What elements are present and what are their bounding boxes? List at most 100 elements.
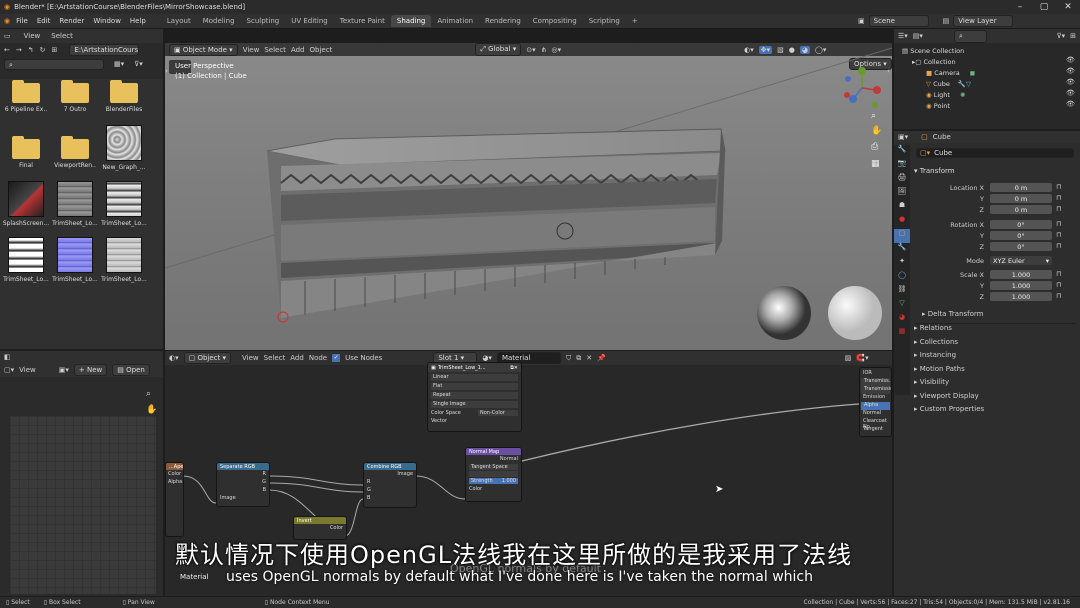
- new-folder-icon[interactable]: ⊞: [52, 46, 58, 54]
- view-layer-tab-icon[interactable]: 🖼: [894, 187, 910, 201]
- physics-tab-icon[interactable]: ◯: [894, 271, 910, 285]
- fb-select-menu[interactable]: Select: [51, 32, 73, 40]
- interpolation-dropdown[interactable]: Linear: [431, 374, 518, 381]
- location-y-field[interactable]: 0 m: [990, 194, 1052, 203]
- parent-dir-icon[interactable]: ↰: [28, 46, 34, 54]
- ie-view-menu[interactable]: View: [19, 366, 36, 374]
- instancing-section[interactable]: ▸ Instancing: [914, 351, 956, 359]
- collections-section[interactable]: ▸ Collections: [914, 338, 958, 346]
- refresh-icon[interactable]: ↻: [40, 46, 46, 54]
- separate-rgb-node[interactable]: Separate RGB R G B Image: [216, 462, 270, 507]
- properties-type-icon[interactable]: ▣▾: [898, 133, 908, 141]
- tab-compositing[interactable]: Compositing: [527, 15, 583, 27]
- add-workspace-icon[interactable]: +: [626, 15, 644, 27]
- image-browse-icon[interactable]: ▣: [431, 365, 436, 371]
- lock-icon[interactable]: ⊓: [1056, 270, 1061, 278]
- scene-tab-icon[interactable]: ☗: [894, 201, 910, 215]
- object-name-field[interactable]: ▢▾ Cube: [916, 148, 1074, 158]
- fb-item[interactable]: TrimSheet_Lo...: [100, 237, 148, 283]
- scale-x-field[interactable]: 1.000: [990, 270, 1052, 279]
- fb-item[interactable]: New_Graph_...: [100, 125, 148, 171]
- editor-type-icon[interactable]: ▭: [4, 32, 11, 40]
- back-icon[interactable]: ←: [4, 46, 10, 54]
- fb-path-field[interactable]: E:\ArtstationCourse\: [69, 44, 140, 56]
- fb-item[interactable]: SplashScreen...: [2, 181, 50, 227]
- tab-uv-editing[interactable]: UV Editing: [285, 15, 334, 27]
- close-icon[interactable]: ✕: [1056, 0, 1080, 14]
- tool-tab-icon[interactable]: 🔧: [894, 145, 910, 159]
- source-dropdown[interactable]: Single Image: [431, 401, 518, 408]
- menu-render[interactable]: Render: [59, 17, 84, 25]
- outliner-row[interactable]: ◉ Light ✺: [894, 89, 1064, 100]
- normal-map-node[interactable]: Normal Map Normal Tangent Space Strength…: [465, 447, 522, 502]
- hand-icon[interactable]: ✋: [146, 405, 157, 415]
- data-tab-icon[interactable]: ▽: [894, 299, 910, 313]
- motion-paths-section[interactable]: ▸ Motion Paths: [914, 365, 965, 373]
- scale-y-field[interactable]: 1.000: [990, 281, 1052, 290]
- image-browse-icon[interactable]: ▣▾: [59, 366, 69, 374]
- tab-modeling[interactable]: Modeling: [197, 15, 241, 27]
- visibility-icon[interactable]: 👁: [1066, 67, 1075, 75]
- menu-help[interactable]: Help: [130, 17, 146, 25]
- lock-icon[interactable]: ⊓: [1056, 231, 1061, 239]
- combine-rgb-node[interactable]: Combine RGB Image R G B: [363, 462, 417, 508]
- maximize-icon[interactable]: ▢: [1032, 0, 1056, 14]
- visibility-icon[interactable]: 👁: [1066, 56, 1075, 64]
- lock-icon[interactable]: ⊓: [1056, 220, 1061, 228]
- 3d-viewport[interactable]: ▣ Object Mode ▾ View Select Add Object ⤢…: [165, 43, 892, 350]
- fb-search-input[interactable]: ⌕: [4, 58, 104, 70]
- outliner-row[interactable]: ■ Camera ◼: [894, 67, 1064, 78]
- material-tab-icon[interactable]: ◕: [894, 313, 910, 327]
- fb-item[interactable]: ViewportRen..: [51, 136, 99, 169]
- fb-item[interactable]: TrimSheet_Lo...: [51, 181, 99, 227]
- relations-section[interactable]: ▸ Relations: [914, 324, 952, 332]
- thumbnail-view-icon[interactable]: ▦▾: [114, 60, 124, 68]
- menu-window[interactable]: Window: [93, 17, 121, 25]
- fb-item[interactable]: BlenderFiles: [100, 80, 148, 113]
- minimize-icon[interactable]: –: [1008, 0, 1032, 14]
- node-icons[interactable]: ⧉✕: [510, 365, 518, 371]
- particles-tab-icon[interactable]: ✦: [894, 257, 910, 271]
- outliner-row[interactable]: ▽ Cube 🔧▽: [894, 78, 1064, 89]
- visibility-icon[interactable]: 👁: [1066, 89, 1075, 97]
- forward-icon[interactable]: →: [16, 46, 22, 54]
- menu-edit[interactable]: Edit: [37, 17, 51, 25]
- tab-scripting[interactable]: Scripting: [583, 15, 626, 27]
- principled-bsdf-node[interactable]: IOR Transmiss..R Transmissio.. Emission …: [859, 367, 892, 437]
- outliner-row[interactable]: ▸▢ Collection: [894, 56, 1064, 67]
- tab-rendering[interactable]: Rendering: [479, 15, 527, 27]
- new-image-button[interactable]: + New: [73, 364, 108, 376]
- image-canvas[interactable]: [10, 416, 156, 594]
- image-editor-type-icon[interactable]: ◧: [4, 353, 11, 361]
- location-z-field[interactable]: 0 m: [990, 205, 1052, 214]
- lock-icon[interactable]: ⊓: [1056, 194, 1061, 202]
- viewport-display-section[interactable]: ▸ Viewport Display: [914, 392, 979, 400]
- image-texture-node[interactable]: ▣ TrimSheet_Low_1... ⧉✕ Linear Flat Repeat…: [427, 362, 522, 432]
- object-tab-icon[interactable]: ▢: [894, 229, 910, 243]
- outliner-type-icon[interactable]: ☰▾: [898, 32, 908, 40]
- lock-icon[interactable]: ⊓: [1056, 281, 1061, 289]
- world-tab-icon[interactable]: ●: [894, 215, 910, 229]
- fb-view-menu[interactable]: View: [24, 32, 41, 40]
- modifier-tab-icon[interactable]: 🔧: [894, 243, 910, 257]
- extension-dropdown[interactable]: Repeat: [431, 392, 518, 399]
- visibility-section[interactable]: ▸ Visibility: [914, 378, 949, 386]
- location-x-field[interactable]: 0 m: [990, 183, 1052, 192]
- rotation-x-field[interactable]: 0°: [990, 220, 1052, 229]
- scene-selector[interactable]: Scene: [868, 15, 929, 27]
- fb-item[interactable]: TrimSheet_Lo...: [2, 237, 50, 283]
- tab-shading[interactable]: Shading: [390, 15, 432, 27]
- color-space-dropdown[interactable]: Non-Color: [478, 410, 518, 416]
- menu-file[interactable]: File: [16, 17, 28, 25]
- custom-properties-section[interactable]: ▸ Custom Properties: [914, 405, 984, 413]
- projection-dropdown[interactable]: Flat: [431, 383, 518, 390]
- blender-menu-icon[interactable]: ◉: [4, 17, 10, 25]
- fb-item[interactable]: 6 Pipeline Ex..: [2, 80, 50, 113]
- fb-item[interactable]: Final: [2, 136, 50, 169]
- open-image-button[interactable]: ▤ Open: [112, 364, 150, 376]
- rotation-mode-dropdown[interactable]: XYZ Euler ▾: [990, 256, 1052, 265]
- outliner-row[interactable]: ▤ Scene Collection: [894, 45, 1064, 56]
- render-tab-icon[interactable]: 📷: [894, 159, 910, 173]
- view-layer-selector[interactable]: View Layer: [953, 15, 1014, 27]
- outliner-search[interactable]: ⌕: [953, 29, 988, 43]
